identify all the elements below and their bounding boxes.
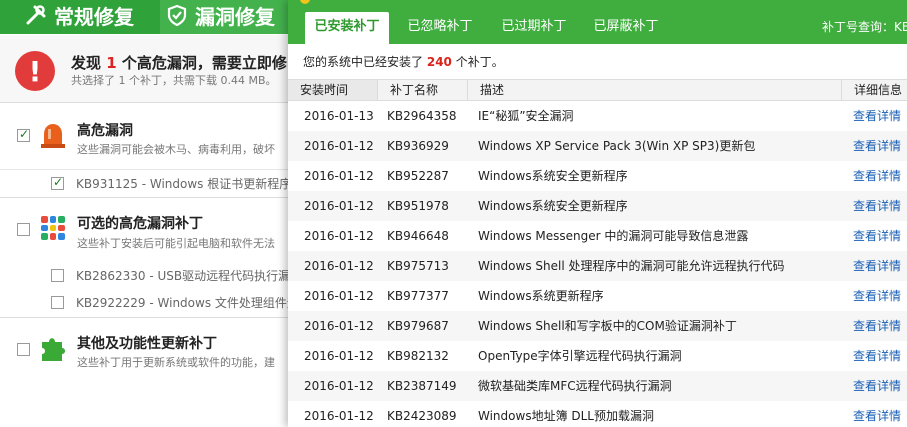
view-details-link[interactable]: 查看详情 (853, 401, 907, 427)
alert-title: 发现 1 个高危漏洞，需要立即修 (71, 54, 287, 72)
table-row: 2016-01-12 KB979687 Windows Shell和写字板中的C… (288, 311, 907, 341)
installed-patches-dialog: 已安装补丁 已忽略补丁 已过期补丁 已屏蔽补丁 补丁号查询：KB 您的系统中已经… (288, 0, 907, 427)
view-details-link[interactable]: 查看详情 (853, 251, 907, 281)
cell-install-time: 2016-01-12 (304, 229, 374, 243)
tab-expired[interactable]: 已过期补丁 (492, 12, 576, 44)
tab-general-repair[interactable]: 常规修复 (24, 0, 134, 30)
cell-install-time: 2016-01-12 (304, 349, 374, 363)
cell-patch-name: KB977377 (387, 289, 449, 303)
cell-install-time: 2016-01-12 (304, 379, 374, 393)
sub-item-label: KB931125 - Windows 根证书更新程序 (76, 177, 288, 191)
cell-patch-name: KB936929 (387, 139, 449, 153)
shield-repair-icon (165, 3, 189, 27)
tab-general-repair-label: 常规修复 (54, 4, 134, 29)
view-details-link[interactable]: 查看详情 (853, 191, 907, 221)
cell-patch-name: KB951978 (387, 199, 449, 213)
table-row: 2016-01-12 KB946648 Windows Messenger 中的… (288, 221, 907, 251)
tab-vulnerability-repair[interactable]: 漏洞修复 (165, 0, 275, 30)
cell-patch-name: KB975713 (387, 259, 449, 273)
table-row: 2016-01-12 KB977377 Windows系统更新程序 查看详情 (288, 281, 907, 311)
dialog-header: 已安装补丁 已忽略补丁 已过期补丁 已屏蔽补丁 补丁号查询：KB (288, 0, 907, 44)
view-details-link[interactable]: 查看详情 (853, 311, 907, 341)
view-details-link[interactable]: 查看详情 (853, 341, 907, 371)
table-header: 安装时间 ▲ 补丁名称 描述 详细信息 (288, 79, 907, 101)
view-details-link[interactable]: 查看详情 (853, 221, 907, 251)
cell-description: Windows Shell 处理程序中的漏洞可能允许远程执行代码 (478, 259, 785, 273)
sub-item-checkbox[interactable] (51, 269, 64, 282)
cell-install-time: 2016-01-12 (304, 319, 374, 333)
wrench-screwdriver-icon (24, 3, 48, 27)
column-header-patch-name[interactable]: 补丁名称 (378, 80, 468, 100)
cell-patch-name: KB952287 (387, 169, 449, 183)
section-optional-title: 可选的高危漏洞补丁 (77, 216, 203, 232)
cell-install-time: 2016-01-12 (304, 169, 374, 183)
patch-table: 2016-01-13 KB2964358 IE“秘狐”安全漏洞 查看详情 201… (288, 101, 907, 427)
cell-patch-name: KB2964358 (387, 109, 457, 123)
section-other-checkbox[interactable] (17, 343, 30, 356)
cell-description: OpenType字体引擎远程代码执行漏洞 (478, 349, 682, 363)
view-details-link[interactable]: 查看详情 (853, 371, 907, 401)
table-row: 2016-01-12 KB982132 OpenType字体引擎远程代码执行漏洞… (288, 341, 907, 371)
section-optional-checkbox[interactable] (17, 223, 30, 236)
tab-installed[interactable]: 已安装补丁 (305, 12, 389, 44)
cell-description: Windows XP Service Pack 3(Win XP SP3)更新包 (478, 139, 756, 153)
table-row: 2016-01-12 KB936929 Windows XP Service P… (288, 131, 907, 161)
table-row: 2016-01-12 KB975713 Windows Shell 处理程序中的… (288, 251, 907, 281)
sub-item-label: KB2862330 - USB驱动远程代码执行漏洞 (76, 269, 288, 283)
tab-blocked[interactable]: 已屏蔽补丁 (584, 12, 668, 44)
cell-install-time: 2016-01-12 (304, 289, 374, 303)
section-high-risk-title: 高危漏洞 (77, 123, 133, 139)
cell-description: Windows系统更新程序 (478, 289, 604, 303)
siren-icon (41, 124, 65, 148)
cell-description: Windows Messenger 中的漏洞可能导致信息泄露 (478, 229, 749, 243)
table-row: 2016-01-12 KB951978 Windows系统安全更新程序 查看详情 (288, 191, 907, 221)
cell-patch-name: KB982132 (387, 349, 449, 363)
table-row: 2016-01-12 KB2387149 微软基础类库MFC远程代码执行漏洞 查… (288, 371, 907, 401)
cell-install-time: 2016-01-12 (304, 259, 374, 273)
column-header-install-time[interactable]: 安装时间 ▲ (288, 80, 378, 100)
cell-description: IE“秘狐”安全漏洞 (478, 109, 574, 123)
section-optional-desc: 这些补丁安装后可能引起电脑和软件无法 (77, 237, 275, 250)
alert-subtitle: 共选择了 1 个补丁，共需下载 0.44 MB。 (71, 74, 277, 87)
cell-patch-name: KB979687 (387, 319, 449, 333)
view-details-link[interactable]: 查看详情 (853, 281, 907, 311)
windows-grid-icon (41, 216, 65, 240)
cell-description: Windows系统安全更新程序 (478, 169, 628, 183)
app-logo-icon (300, 0, 310, 4)
table-row: 2016-01-12 KB2423089 Windows地址簿 DLL预加载漏洞… (288, 401, 907, 427)
cell-description: Windows地址簿 DLL预加载漏洞 (478, 409, 654, 423)
section-high-risk-checkbox[interactable] (17, 127, 30, 142)
cell-install-time: 2016-01-12 (304, 409, 374, 423)
cell-patch-name: KB2423089 (387, 409, 457, 423)
exclamation-icon: ! (15, 51, 55, 91)
cell-patch-name: KB946648 (387, 229, 449, 243)
section-other-title: 其他及功能性更新补丁 (77, 336, 217, 352)
table-row: 2016-01-13 KB2964358 IE“秘狐”安全漏洞 查看详情 (288, 101, 907, 131)
view-details-link[interactable]: 查看详情 (853, 131, 907, 161)
section-high-risk-desc: 这些漏洞可能会被木马、病毒利用，破坏 (77, 143, 275, 156)
cell-install-time: 2016-01-12 (304, 199, 374, 213)
cell-install-time: 2016-01-12 (304, 139, 374, 153)
tab-vulnerability-repair-label: 漏洞修复 (195, 4, 275, 29)
table-row: 2016-01-12 KB952287 Windows系统安全更新程序 查看详情 (288, 161, 907, 191)
view-details-link[interactable]: 查看详情 (853, 101, 907, 131)
patch-query-field[interactable]: 补丁号查询：KB (822, 18, 907, 35)
cell-install-time: 2016-01-13 (304, 109, 374, 123)
puzzle-icon (42, 338, 65, 361)
column-header-description[interactable]: 描述 (468, 80, 842, 100)
sort-asc-icon: ▲ (328, 81, 335, 90)
column-header-details[interactable]: 详细信息 (842, 80, 907, 100)
cell-description: Windows系统安全更新程序 (478, 199, 628, 213)
tab-ignored[interactable]: 已忽略补丁 (398, 12, 482, 44)
cell-description: 微软基础类库MFC远程代码执行漏洞 (478, 379, 672, 393)
sub-item-checkbox[interactable] (51, 175, 64, 190)
cell-patch-name: KB2387149 (387, 379, 457, 393)
view-details-link[interactable]: 查看详情 (853, 161, 907, 191)
cell-description: Windows Shell和写字板中的COM验证漏洞补丁 (478, 319, 737, 333)
sub-item-row (0, 290, 290, 318)
dialog-titlebar (292, 0, 382, 4)
install-summary: 您的系统中已经安装了 240 个补丁。 (303, 55, 504, 69)
section-other-desc: 这些补丁用于更新系统或软件的功能，建 (77, 356, 275, 369)
